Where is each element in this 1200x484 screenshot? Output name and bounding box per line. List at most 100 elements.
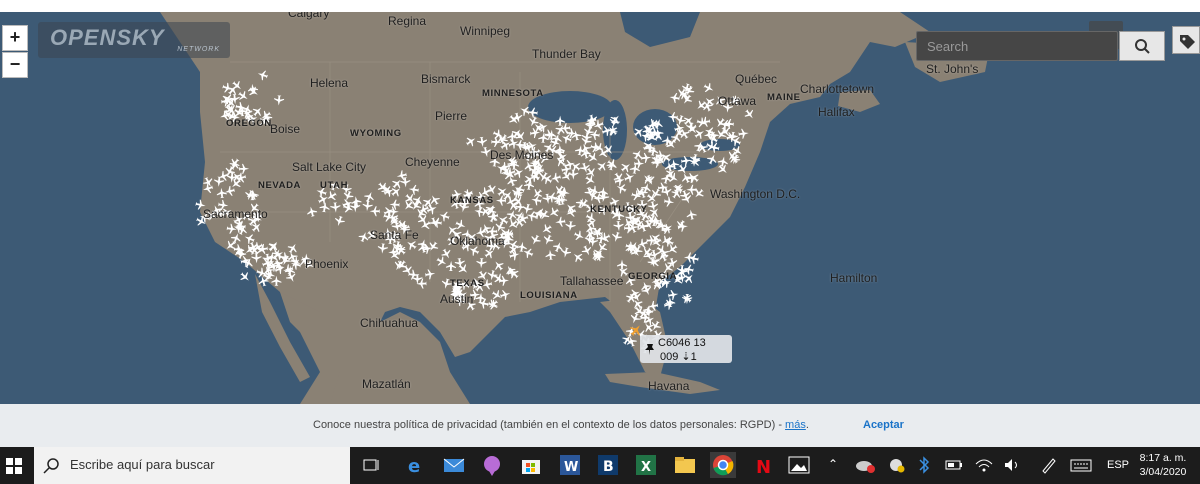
windows-start-icon[interactable] (6, 458, 22, 474)
aircraft-icon[interactable] (738, 128, 749, 139)
aircraft-icon[interactable] (644, 174, 657, 187)
aircraft-icon[interactable] (221, 82, 234, 95)
aircraft-icon[interactable] (224, 185, 236, 197)
aircraft-icon[interactable] (286, 241, 300, 255)
aircraft-icon[interactable] (667, 112, 678, 123)
feedback-hub-icon[interactable] (479, 452, 505, 478)
aircraft-icon[interactable] (369, 206, 380, 217)
search-input[interactable] (916, 31, 1118, 61)
netflix-icon[interactable]: N (749, 452, 775, 478)
zoom-in-button[interactable]: + (2, 25, 28, 51)
aircraft-icon[interactable] (351, 195, 362, 207)
aircraft-icon[interactable] (584, 173, 598, 187)
aircraft-icon[interactable] (464, 134, 478, 148)
aircraft-icon[interactable] (454, 218, 467, 231)
tag-button[interactable] (1172, 26, 1200, 54)
aircraft-icon[interactable] (476, 258, 487, 269)
aircraft-icon[interactable] (389, 199, 400, 210)
language-indicator[interactable]: ESP (1107, 459, 1129, 471)
taskbar-search-box[interactable]: Escribe aquí para buscar (34, 447, 350, 484)
aircraft-icon[interactable] (669, 92, 680, 104)
aircraft-icon[interactable] (491, 258, 505, 272)
aircraft-icon[interactable] (317, 193, 331, 207)
aircraft-icon[interactable] (550, 172, 562, 184)
flight-info-popup[interactable]: C6046 13 009 ⇣1 (640, 335, 732, 363)
aircraft-icon[interactable] (445, 260, 456, 271)
aircraft-icon[interactable] (243, 232, 256, 245)
aircraft-icon[interactable] (377, 243, 388, 254)
aircraft-icon[interactable] (476, 136, 488, 148)
file-explorer-icon[interactable] (672, 452, 698, 478)
search-button[interactable] (1119, 31, 1165, 61)
aircraft-icon[interactable] (487, 299, 499, 311)
aircraft-icon[interactable] (426, 240, 440, 254)
mail-icon[interactable] (441, 452, 467, 478)
aircraft-icon[interactable] (216, 187, 227, 199)
aircraft-icon[interactable] (440, 247, 454, 261)
aircraft-icon[interactable] (555, 216, 566, 227)
aircraft-icon[interactable] (540, 222, 554, 236)
aircraft-icon[interactable] (389, 184, 403, 198)
chevron-up-icon[interactable]: ⌃ (828, 457, 838, 471)
aircraft-icon[interactable] (214, 176, 225, 187)
aircraft-icon[interactable] (667, 171, 681, 185)
aircraft-icon[interactable] (702, 81, 716, 95)
aircraft-icon[interactable] (238, 270, 252, 284)
aircraft-icon[interactable] (306, 205, 318, 217)
aircraft-icon[interactable] (717, 155, 729, 167)
aircraft-icon[interactable] (686, 184, 697, 195)
aircraft-icon[interactable] (512, 112, 524, 124)
aircraft-icon[interactable] (271, 275, 282, 286)
aircraft-icon[interactable] (325, 190, 339, 204)
aircraft-icon[interactable] (692, 187, 706, 201)
aircraft-icon[interactable] (545, 249, 556, 260)
aircraft-icon[interactable] (696, 116, 709, 129)
aircraft-icon[interactable] (614, 182, 627, 195)
task-view-icon[interactable] (358, 452, 384, 478)
b-app-icon[interactable]: B (595, 452, 621, 478)
aircraft-icon[interactable] (516, 241, 527, 252)
aircraft-icon[interactable] (247, 83, 259, 95)
store-icon[interactable] (518, 452, 544, 478)
aircraft-icon[interactable] (571, 250, 585, 264)
aircraft-icon[interactable] (641, 152, 652, 163)
aircraft-icon[interactable] (617, 259, 627, 270)
aircraft-icon[interactable] (425, 268, 437, 280)
aircraft-icon[interactable] (518, 104, 531, 117)
aircraft-icon[interactable] (499, 288, 511, 300)
aircraft-icon[interactable] (686, 209, 698, 221)
aircraft-icon[interactable] (619, 160, 633, 174)
aircraft-icon[interactable] (226, 223, 237, 234)
aircraft-icon[interactable] (664, 196, 676, 208)
aircraft-icon[interactable] (541, 233, 554, 246)
aircraft-icon[interactable] (521, 203, 533, 215)
aircraft-icon[interactable] (495, 195, 506, 206)
aircraft-icon[interactable] (438, 210, 451, 223)
keyboard-icon[interactable] (1068, 452, 1094, 478)
aircraft-icon[interactable] (605, 157, 619, 171)
aircraft-icon[interactable] (202, 182, 214, 194)
aircraft-icon[interactable] (613, 221, 624, 232)
aircraft-icon[interactable] (529, 233, 542, 246)
flight-map[interactable]: + − OPENSKY NETWORK Calgary Regina Winni… (0, 12, 1200, 404)
aircraft-icon[interactable] (547, 206, 561, 220)
aircraft-icon[interactable] (362, 201, 373, 212)
aircraft-icon[interactable] (496, 213, 510, 227)
aircraft-icon[interactable] (683, 252, 694, 263)
aircraft-icon[interactable] (239, 163, 250, 174)
aircraft-icon[interactable] (285, 271, 298, 284)
cloud-sync-icon[interactable] (852, 452, 878, 478)
volume-icon[interactable] (999, 452, 1025, 478)
accept-button[interactable]: Aceptar (863, 419, 904, 431)
chrome-icon[interactable] (710, 452, 736, 478)
aircraft-icon[interactable] (693, 127, 707, 141)
pen-icon[interactable] (1035, 452, 1061, 478)
aircraft-icon[interactable] (401, 199, 415, 213)
word-icon[interactable]: W (557, 452, 583, 478)
aircraft-icon[interactable] (589, 129, 600, 141)
battery-icon[interactable] (941, 452, 967, 478)
aircraft-icon[interactable] (668, 289, 680, 301)
aircraft-icon[interactable] (573, 229, 586, 242)
aircraft-icon[interactable] (256, 69, 269, 82)
more-link[interactable]: más (785, 419, 806, 431)
